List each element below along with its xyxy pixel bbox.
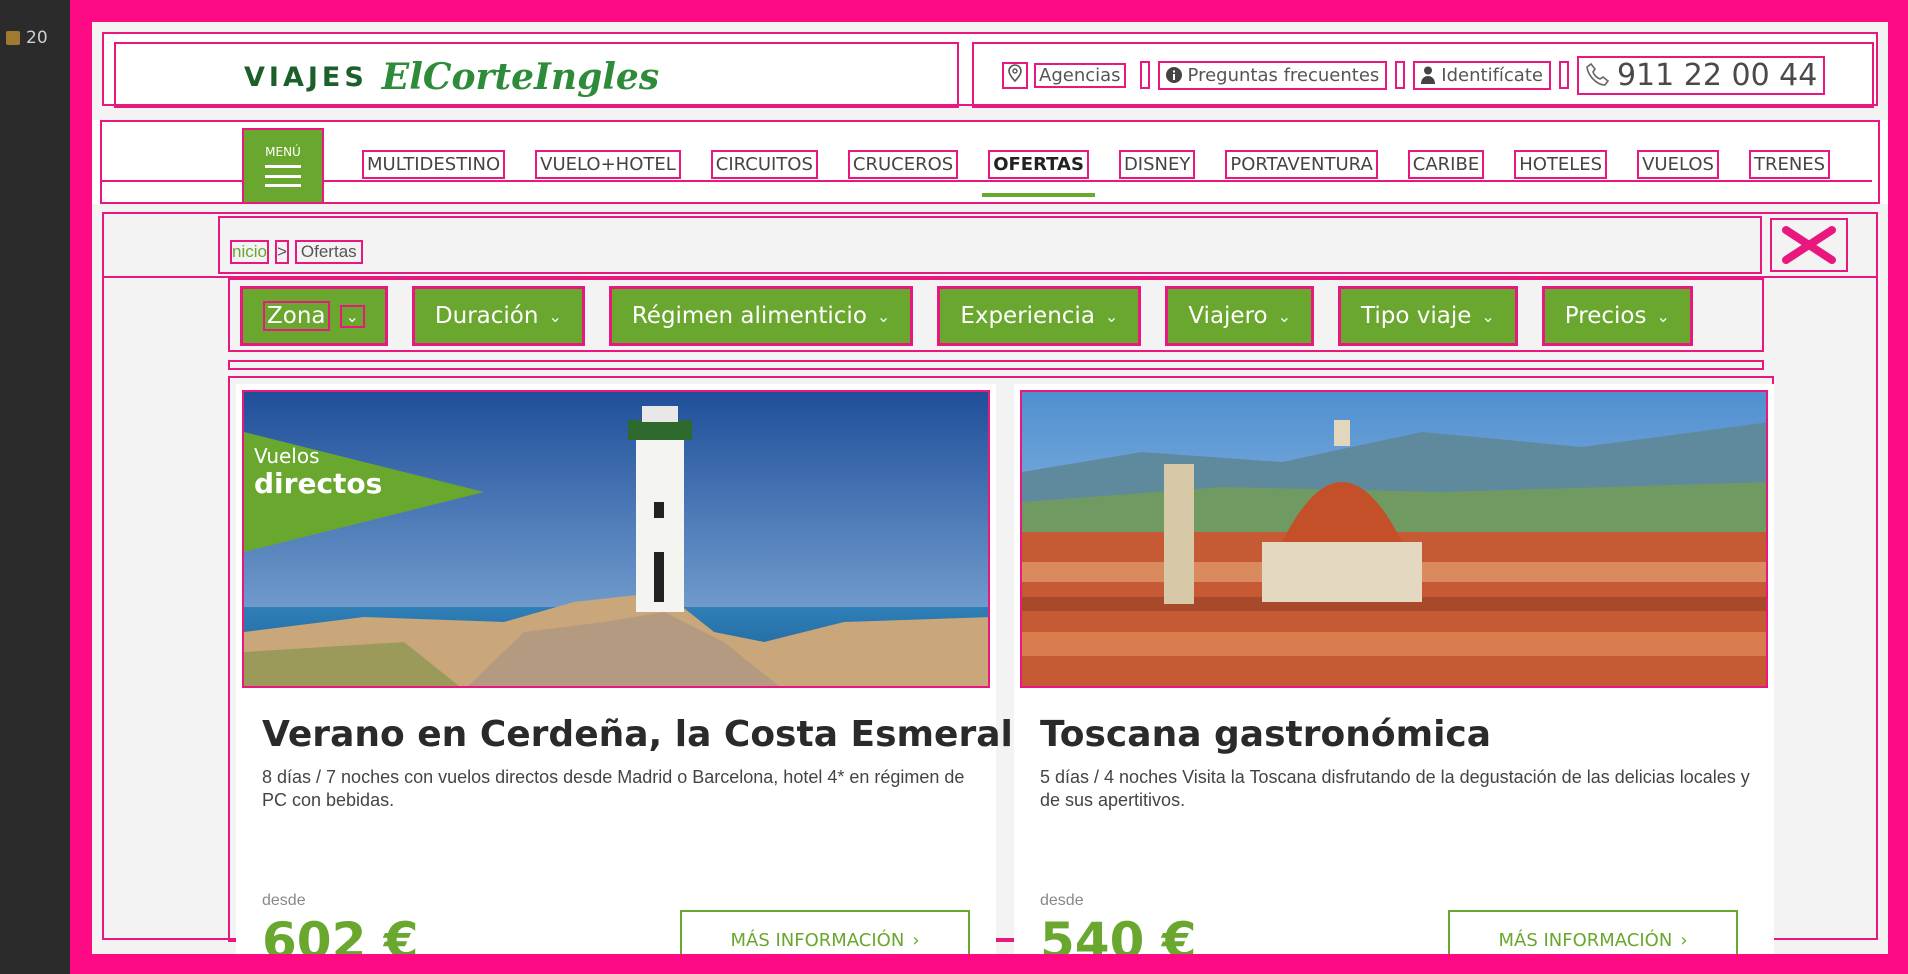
filter-viajero[interactable]: Viajero ⌄: [1165, 286, 1315, 346]
login-link[interactable]: Identifícate: [1413, 60, 1551, 90]
site-header: VIAJES ElCorteIngles Agencias Preguntas …: [102, 32, 1878, 108]
separator: [1395, 61, 1406, 89]
faq-link[interactable]: Preguntas frecuentes: [1157, 60, 1388, 90]
card-desde: desde: [1040, 892, 1084, 909]
filter-bar: Zona ⌄ Duración ⌄ Régimen alimenticio ⌄ …: [228, 278, 1764, 352]
logo-viajes: VIAJES: [244, 61, 368, 93]
chevron-down-icon: ⌄: [1656, 306, 1670, 326]
nav-item-cruceros[interactable]: CRUCEROS: [847, 150, 959, 179]
nav-item-circuitos[interactable]: CIRCUITOS: [710, 150, 818, 179]
nav-items: MULTIDESTINO VUELO+HOTEL CIRCUITOS CRUCE…: [362, 150, 1831, 197]
card-title[interactable]: Verano en Cerdeña, la Costa Esmeralda: [262, 714, 1063, 755]
offer-card[interactable]: Vuelos directos Verano en Cerdeña, la Co…: [236, 384, 1063, 954]
logo-brand: ElCorteIngles: [381, 56, 660, 98]
filter-label: Tipo viaje: [1361, 303, 1472, 329]
card-description: 5 días / 4 noches Visita la Toscana disf…: [1040, 767, 1750, 810]
close-icon[interactable]: [1770, 218, 1848, 272]
filter-separator: [228, 360, 1764, 370]
main-nav: MENÚ MULTIDESTINO VUELO+HOTEL CIRCUITOS …: [92, 120, 1888, 204]
logo-container: VIAJES ElCorteIngles: [114, 42, 959, 108]
card-badge: Vuelos directos: [254, 442, 382, 498]
more-info-label: MÁS INFORMACIÓN: [730, 929, 905, 951]
breadcrumb: nicio > Ofertas: [218, 216, 1762, 274]
badge-line1: Vuelos: [254, 444, 320, 468]
main-content: nicio > Ofertas Zona ⌄ Duración ⌄ Régime…: [102, 212, 1878, 954]
info-icon: [1165, 67, 1182, 83]
breadcrumb-trail: nicio > Ofertas: [230, 240, 363, 264]
filter-label: Precios: [1564, 303, 1647, 329]
nav-item-multidestino[interactable]: MULTIDESTINO: [362, 150, 506, 179]
filter-zona[interactable]: Zona ⌄: [240, 286, 388, 346]
desktop-file[interactable]: 20: [6, 28, 48, 48]
nav-item-ofertas[interactable]: OFERTAS: [982, 150, 1095, 197]
badge-line2: directos: [254, 467, 383, 500]
hamburger-icon: [265, 165, 301, 187]
filter-label: Régimen alimenticio: [631, 303, 867, 329]
nav-item-trenes[interactable]: TRENES: [1748, 150, 1831, 179]
login-label: Identifícate: [1441, 64, 1543, 86]
user-icon: [1421, 66, 1436, 84]
breadcrumb-home[interactable]: nicio: [230, 240, 269, 264]
card-image-lighthouse: Vuelos directos: [242, 390, 990, 688]
nav-divider: [102, 180, 1872, 182]
breadcrumb-current: Ofertas: [294, 240, 363, 264]
desktop-file-label: 20: [26, 28, 48, 48]
chevron-down-icon: ⌄: [1481, 306, 1495, 326]
nav-item-disney[interactable]: DISNEY: [1118, 150, 1196, 179]
more-info-button[interactable]: MÁS INFORMACIÓN ›: [680, 910, 970, 954]
file-icon: [6, 31, 20, 45]
chevron-down-icon: ⌄: [1277, 306, 1292, 326]
menu-label: MENÚ: [265, 145, 301, 159]
filter-label: Viajero: [1188, 303, 1268, 329]
chevron-down-icon: ⌄: [1104, 306, 1119, 326]
card-title[interactable]: Toscana gastronómica: [1040, 714, 1491, 755]
nav-item-portaventura[interactable]: PORTAVENTURA: [1225, 150, 1378, 179]
filter-precios[interactable]: Precios ⌄: [1541, 286, 1693, 346]
agencias-label: Agencias: [1034, 62, 1126, 88]
filter-label: Experiencia: [960, 303, 1095, 329]
chevron-right-icon: ›: [912, 929, 920, 951]
separator: [1139, 61, 1150, 89]
nav-item-vuelo-hotel[interactable]: VUELO+HOTEL: [535, 150, 681, 179]
chevron-down-icon: ⌄: [548, 306, 562, 326]
card-desde: desde: [262, 892, 306, 909]
phone-icon: [1586, 62, 1610, 86]
chevron-down-icon: ⌄: [876, 306, 891, 326]
page: VIAJES ElCorteIngles Agencias Preguntas …: [92, 22, 1888, 954]
faq-label: Preguntas frecuentes: [1187, 64, 1380, 86]
nav-item-caribe[interactable]: CARIBE: [1407, 150, 1485, 179]
menu-button[interactable]: MENÚ: [242, 128, 324, 204]
nav-item-hoteles[interactable]: HOTELES: [1514, 150, 1608, 179]
more-info-button[interactable]: MÁS INFORMACIÓN ›: [1448, 910, 1738, 954]
map-pin-icon: [1002, 61, 1028, 89]
utility-links: Agencias Preguntas frecuentes Identifíca…: [972, 42, 1874, 108]
more-info-label: MÁS INFORMACIÓN: [1498, 929, 1673, 951]
breadcrumb-separator: >: [274, 240, 289, 264]
card-description: 8 días / 7 noches con vuelos directos de…: [262, 767, 965, 810]
filter-label: Zona: [263, 301, 330, 331]
filter-experiencia[interactable]: Experiencia ⌄: [937, 286, 1142, 346]
card-image-florence: [1020, 390, 1768, 688]
chevron-down-icon: ⌄: [339, 304, 365, 328]
filter-duracion[interactable]: Duración ⌄: [411, 286, 585, 346]
filters: Zona ⌄ Duración ⌄ Régimen alimenticio ⌄ …: [240, 286, 1693, 346]
separator: [1558, 61, 1569, 89]
filter-label: Duración: [434, 303, 539, 329]
chevron-right-icon: ›: [1680, 929, 1688, 951]
offer-card[interactable]: Toscana gastronómica 5 días / 4 noches V…: [1014, 384, 1774, 954]
card-price: 602 €: [262, 912, 419, 954]
browser-window: VIAJES ElCorteIngles Agencias Preguntas …: [70, 0, 1908, 974]
phone-number: 911 22 00 44: [1616, 57, 1818, 93]
desktop-strip: 20: [0, 0, 78, 974]
site-logo[interactable]: VIAJES ElCorteIngles: [244, 56, 659, 98]
offer-cards: Vuelos directos Verano en Cerdeña, la Co…: [228, 376, 1774, 954]
filter-tipo-viaje[interactable]: Tipo viaje ⌄: [1338, 286, 1518, 346]
agencias-link[interactable]: Agencias: [996, 60, 1132, 91]
phone-link[interactable]: 911 22 00 44: [1576, 55, 1826, 95]
nav-item-vuelos[interactable]: VUELOS: [1637, 150, 1719, 179]
filter-regimen[interactable]: Régimen alimenticio ⌄: [608, 286, 914, 346]
card-price: 540 €: [1040, 912, 1197, 954]
